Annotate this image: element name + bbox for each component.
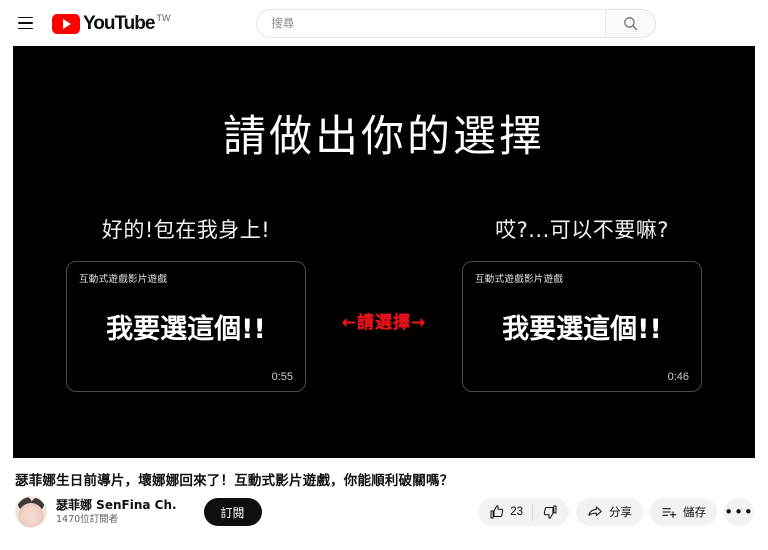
- search-button[interactable]: [605, 9, 656, 37]
- video-action-buttons: 23 分享 儲存 •••: [478, 498, 754, 526]
- channel-text: 瑟菲娜 SenFina Ch. 1470位訂閱者: [56, 497, 177, 526]
- channel-subscriber-count: 1470位訂閱者: [56, 514, 119, 526]
- more-actions-button[interactable]: •••: [724, 498, 754, 526]
- like-button[interactable]: 23: [489, 504, 523, 520]
- search-box: [256, 8, 657, 38]
- share-button[interactable]: 分享: [576, 498, 643, 526]
- like-dislike-divider: [532, 503, 533, 521]
- share-label: 分享: [609, 505, 632, 519]
- logo-country-code: TW: [156, 12, 171, 23]
- hamburger-menu-icon[interactable]: [12, 10, 38, 36]
- save-button[interactable]: 儲存: [650, 498, 717, 526]
- search-icon: [624, 16, 638, 30]
- channel-name[interactable]: 瑟菲娜 SenFina Ch.: [56, 497, 177, 513]
- interactive-options-row: 好的!包在我身上! 互動式遊戲影片遊戲 我要選這個!! 0:55 哎?...可以…: [13, 214, 755, 392]
- thumbs-down-icon: [543, 505, 557, 519]
- app-header: YouTube TW: [0, 0, 768, 46]
- youtube-logo[interactable]: YouTube TW: [52, 12, 170, 35]
- center-choose-prompt: ←請選擇→: [341, 313, 427, 333]
- dislike-button[interactable]: [542, 504, 558, 520]
- search-area: [170, 8, 742, 38]
- save-playlist-icon: [662, 508, 677, 518]
- option-left-label: 好的!包在我身上!: [101, 218, 271, 242]
- channel-avatar[interactable]: [15, 496, 47, 528]
- choice-card-right-duration: 0:46: [667, 371, 689, 383]
- subscribe-button[interactable]: 訂閱: [203, 498, 262, 526]
- thumbs-up-icon: [490, 505, 504, 519]
- option-right-label: 哎?...可以不要嘛?: [495, 218, 669, 242]
- save-label: 儲存: [683, 505, 706, 519]
- play-triangle-icon: [52, 13, 80, 34]
- option-left: 好的!包在我身上! 互動式遊戲影片遊戲 我要選這個!! 0:55: [45, 214, 327, 392]
- video-meta-row: 瑟菲娜 SenFina Ch. 1470位訂閱者 訂閱 23 分享 儲存 •••: [0, 489, 768, 528]
- like-count: 23: [510, 506, 523, 518]
- player-wrap: 請做出你的選擇 好的!包在我身上! 互動式遊戲影片遊戲 我要選這個!! 0:55…: [0, 46, 768, 458]
- share-arrow-icon: [588, 506, 602, 517]
- like-dislike-group: 23: [478, 498, 569, 526]
- search-input[interactable]: [257, 9, 606, 37]
- player-prompt-title: 請做出你的選擇: [223, 112, 545, 162]
- logo-wordmark: YouTube: [83, 12, 155, 34]
- video-title: 瑟菲娜生日前導片，壞娜娜回來了！互動式影片遊戲，你能順利破關嗎？: [15, 473, 454, 489]
- video-player[interactable]: 請做出你的選擇 好的!包在我身上! 互動式遊戲影片遊戲 我要選這個!! 0:55…: [13, 46, 755, 458]
- choice-card-left-duration: 0:55: [271, 371, 293, 383]
- option-right: 哎?...可以不要嘛? 互動式遊戲影片遊戲 我要選這個!! 0:46: [441, 214, 723, 392]
- channel-block: 瑟菲娜 SenFina Ch. 1470位訂閱者 訂閱: [15, 496, 262, 528]
